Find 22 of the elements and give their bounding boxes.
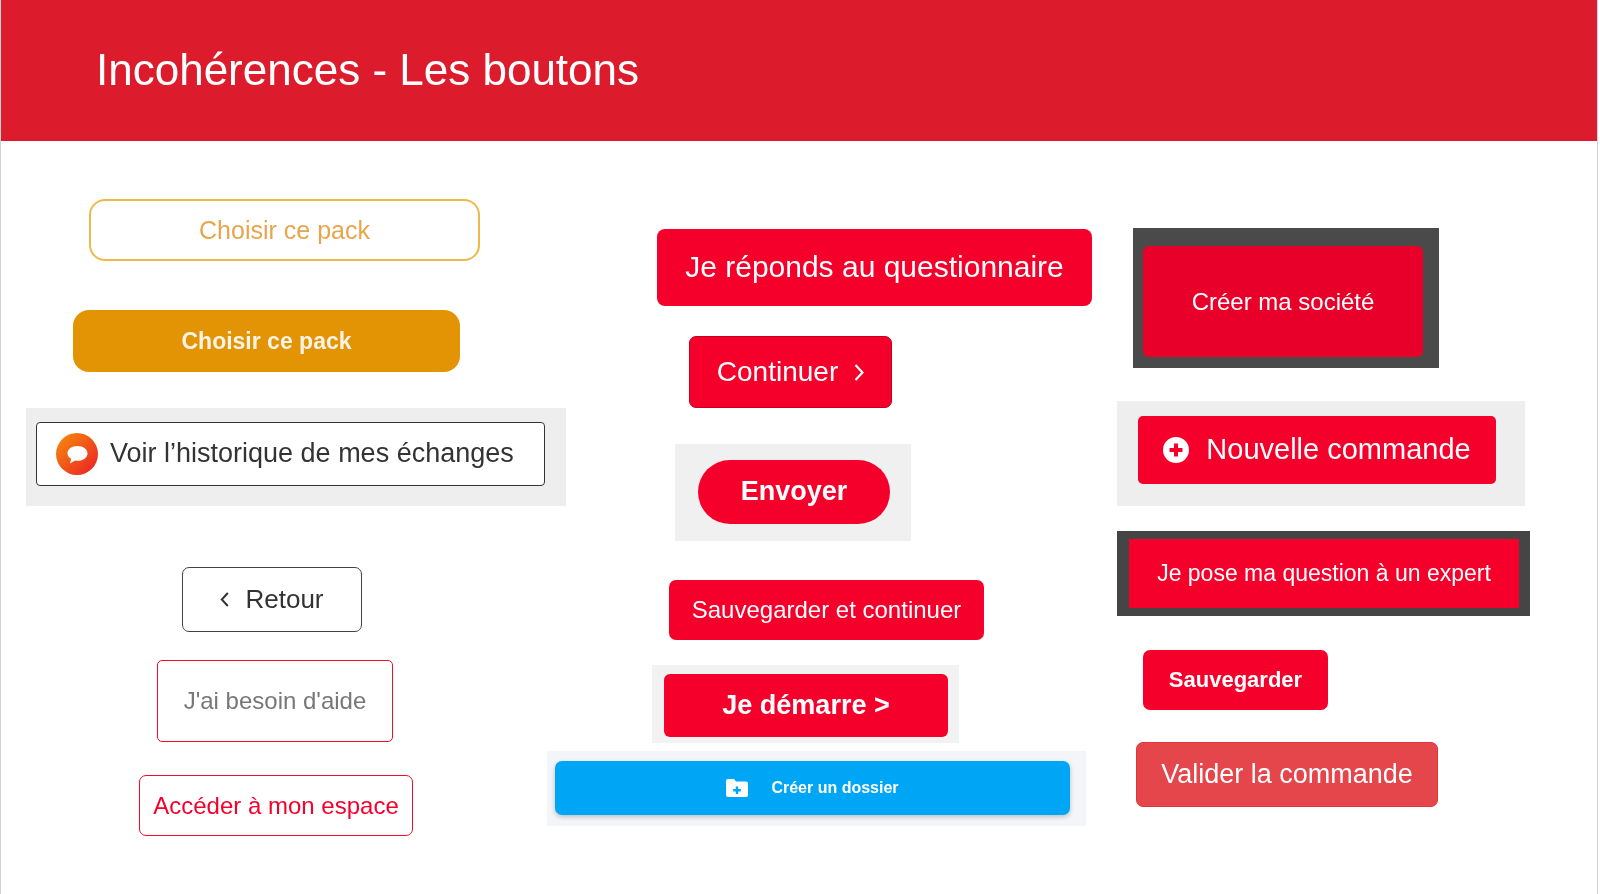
account-button[interactable]: Accéder à mon espace [139, 775, 413, 836]
create-folder-button[interactable]: Créer un dossier [555, 761, 1070, 815]
create-company-button[interactable]: Créer ma société [1143, 246, 1423, 357]
help-button[interactable]: J'ai besoin d'aide [157, 660, 393, 742]
chevron-left-icon [220, 592, 230, 607]
continue-button[interactable]: Continuer [689, 336, 892, 408]
slide-title: Incohérences - Les boutons [96, 44, 640, 97]
save-button[interactable]: Sauvegarder [1143, 650, 1328, 710]
plus-circle-icon [1163, 437, 1190, 463]
send-button[interactable]: Envoyer [698, 460, 890, 524]
filled-button[interactable]: Choisir ce pack [73, 310, 460, 372]
save-continue-button[interactable]: Sauvegarder et continuer [669, 580, 984, 640]
ask-expert-button[interactable]: Je pose ma question à un expert [1129, 539, 1519, 608]
back-button[interactable]: Retour [182, 567, 362, 632]
questionnaire-button[interactable]: Je réponds au questionnaire [657, 229, 1092, 306]
chevron-right-icon [854, 363, 865, 381]
start-button[interactable]: Je démarre > [664, 674, 948, 737]
confirm-order-button[interactable]: Valider la commande [1136, 742, 1438, 807]
chat-bubble-icon [56, 433, 98, 475]
history-button[interactable]: Voir l’historique de mes échanges [36, 422, 545, 486]
new-order-button[interactable]: Nouvelle commande [1138, 416, 1496, 484]
folder-plus-icon [726, 779, 749, 797]
